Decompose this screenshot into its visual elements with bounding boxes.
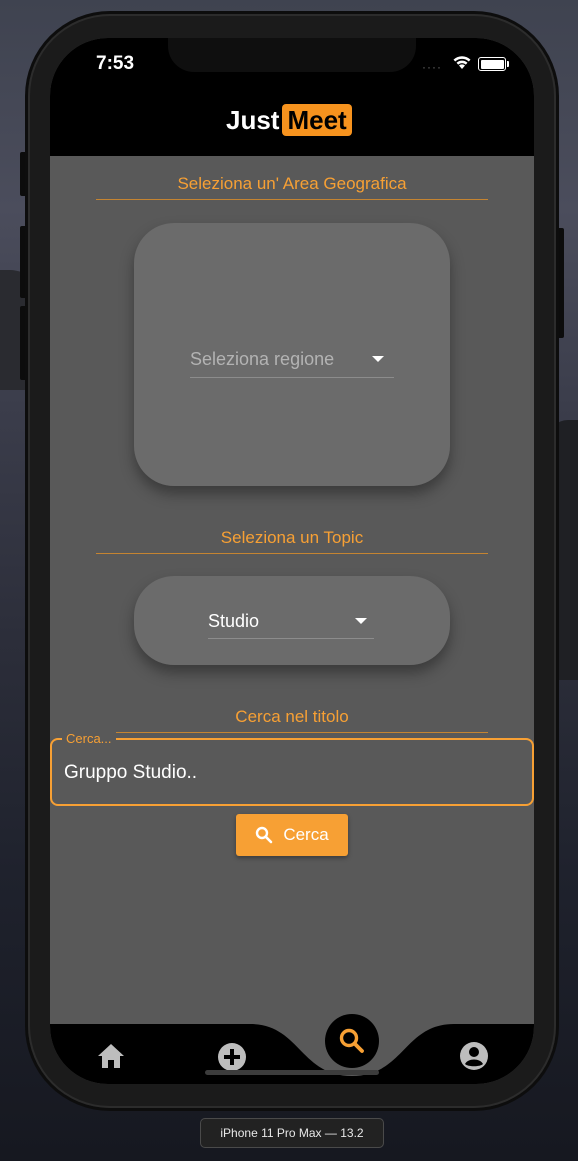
app-screen: 7:53 ···· Just Meet Seleziona un' Area G… — [50, 38, 534, 1084]
add-circle-icon[interactable] — [217, 1042, 247, 1072]
search-icon — [256, 826, 273, 844]
battery-icon — [478, 57, 509, 71]
status-time: 7:53 — [96, 53, 135, 74]
title-search-field-label: Cerca... — [62, 731, 116, 746]
logo-just: Just — [226, 104, 280, 135]
area-section-divider — [96, 199, 488, 200]
chevron-down-icon — [372, 356, 384, 362]
area-section-title: Seleziona un' Area Geografica — [177, 174, 407, 193]
region-dropdown-placeholder: Seleziona regione — [190, 348, 335, 369]
title-search-field[interactable]: Cerca... Gruppo Studio.. — [50, 731, 534, 806]
chevron-down-icon — [355, 618, 367, 624]
home-indicator — [205, 1070, 379, 1075]
title-search-field-value: Gruppo Studio.. — [64, 762, 198, 783]
power-button — [555, 228, 564, 338]
status-bar: 7:53 ···· — [50, 38, 534, 90]
account-circle-icon[interactable] — [459, 1041, 489, 1071]
title-search-heading: Cerca nel titolo — [235, 707, 349, 726]
topic-section-divider — [96, 553, 488, 554]
app-bar: Just Meet — [50, 90, 534, 156]
topic-section-title: Seleziona un Topic — [220, 528, 364, 547]
topic-card: Studio — [134, 576, 450, 665]
wifi-icon — [453, 56, 471, 69]
topic-dropdown[interactable]: Studio — [208, 604, 374, 639]
search-button[interactable]: Cerca — [236, 814, 348, 856]
search-icon — [339, 1028, 364, 1053]
region-dropdown[interactable]: Seleziona regione — [190, 341, 394, 378]
simulator-device-label: iPhone 11 Pro Max — 13.2 — [200, 1118, 384, 1148]
topic-dropdown-value: Studio — [208, 610, 260, 631]
app-logo: Just Meet — [226, 104, 352, 136]
cellular-signal-icon: ···· — [422, 60, 442, 74]
home-icon[interactable] — [96, 1042, 126, 1070]
title-search-divider — [96, 732, 488, 733]
logo-meet: Meet — [282, 104, 352, 136]
notch — [168, 38, 416, 72]
region-card: Seleziona regione — [134, 223, 450, 486]
search-tab-active[interactable] — [325, 1014, 379, 1068]
search-button-label: Cerca — [283, 825, 329, 844]
